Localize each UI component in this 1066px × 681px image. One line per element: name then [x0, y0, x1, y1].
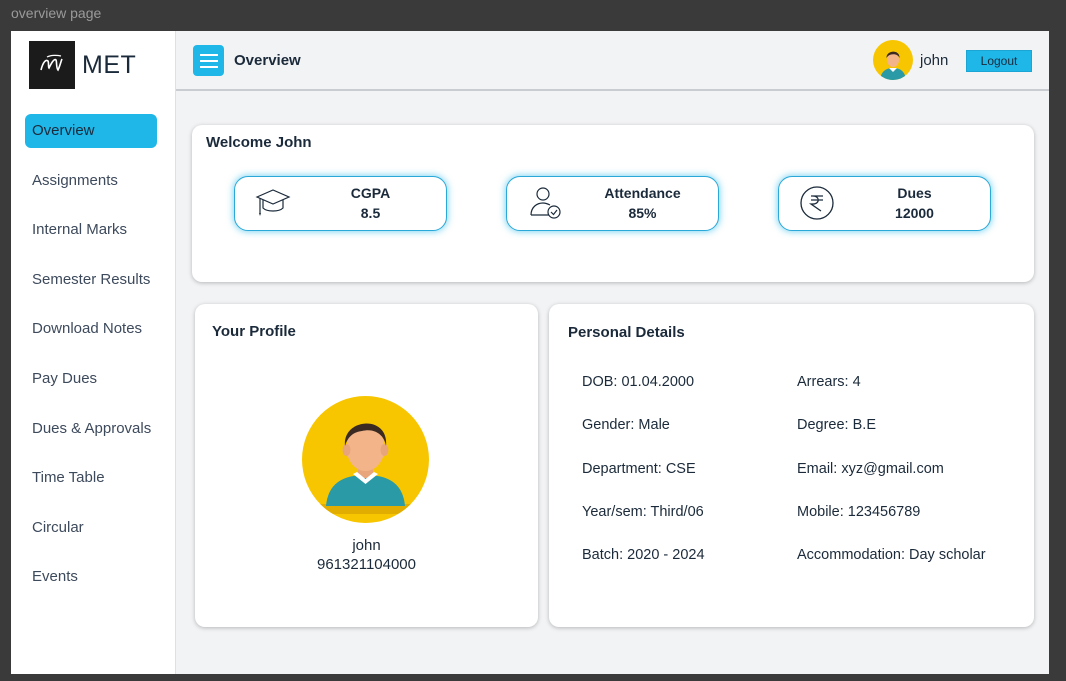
detail-email: Email: xyz@gmail.com	[797, 460, 944, 477]
profile-title: Your Profile	[212, 323, 296, 340]
detail-accommodation: Accommodation: Day scholar	[797, 547, 986, 564]
sidebar: MET Overview Assignments Internal Marks …	[11, 31, 176, 674]
stat-value: 85%	[628, 205, 657, 221]
detail-year-sem: Year/sem: Third/06	[582, 503, 704, 520]
avatar[interactable]	[873, 40, 913, 80]
sidebar-item-assignments[interactable]: Assignments	[25, 164, 157, 198]
detail-mobile: Mobile: 123456789	[797, 503, 921, 520]
detail-department: Department: CSE	[582, 460, 696, 477]
logout-button[interactable]: Logout	[966, 50, 1032, 72]
sidebar-item-download-notes[interactable]: Download Notes	[25, 312, 157, 346]
sidebar-item-pay-dues[interactable]: Pay Dues	[25, 362, 157, 396]
sidebar-item-internal-marks[interactable]: Internal Marks	[25, 213, 157, 247]
stat-cgpa[interactable]: CGPA 8.5	[234, 176, 447, 231]
sidebar-item-semester-results[interactable]: Semester Results	[25, 263, 157, 297]
stat-dues[interactable]: Dues 12000	[778, 176, 991, 231]
personal-details-title: Personal Details	[568, 324, 685, 341]
stat-label: CGPA	[350, 185, 391, 201]
brand-name: MET	[82, 50, 137, 79]
rupee-icon	[799, 185, 835, 221]
detail-gender: Gender: Male	[582, 417, 670, 434]
profile-avatar	[302, 396, 429, 523]
stat-value: 12000	[895, 205, 934, 221]
detail-arrears: Arrears: 4	[797, 374, 861, 390]
sidebar-item-events[interactable]: Events	[25, 560, 157, 594]
app-window: MET Overview Assignments Internal Marks …	[11, 31, 1049, 674]
stat-label: Attendance	[604, 185, 681, 201]
sidebar-item-overview[interactable]: Overview	[25, 114, 157, 148]
page-title: Overview	[234, 52, 301, 69]
user-check-icon	[527, 185, 563, 221]
detail-batch: Batch: 2020 - 2024	[582, 547, 705, 564]
sidebar-item-dues-approvals[interactable]: Dues & Approvals	[25, 412, 157, 446]
logo-mark-icon	[29, 41, 75, 89]
personal-details-card: Personal Details DOB: 01.04.2000 Gender:…	[549, 304, 1034, 627]
brand-logo[interactable]: MET	[29, 41, 136, 89]
stat-attendance[interactable]: Attendance 85%	[506, 176, 719, 231]
user-name[interactable]: john	[920, 52, 948, 69]
sidebar-item-circular[interactable]: Circular	[25, 511, 157, 545]
welcome-card: Welcome John CGPA 8.5 Attendance 85% Due…	[192, 125, 1034, 282]
hamburger-menu-icon[interactable]	[193, 45, 224, 76]
graduation-cap-icon	[255, 185, 291, 221]
welcome-title: Welcome John	[206, 134, 312, 151]
detail-dob: DOB: 01.04.2000	[582, 374, 695, 390]
details-right-column: Arrears: 4 Degree: B.E Email: xyz@gmail.…	[797, 374, 986, 590]
details-left-column: DOB: 01.04.2000 Gender: Male Department:…	[582, 374, 705, 590]
sidebar-item-time-table[interactable]: Time Table	[25, 461, 157, 495]
window-title: overview page	[11, 5, 102, 21]
sidebar-nav: Overview Assignments Internal Marks Seme…	[25, 114, 157, 610]
stat-label: Dues	[897, 185, 932, 201]
stat-value: 8.5	[360, 205, 381, 221]
profile-id: 961321104000	[317, 556, 416, 573]
profile-card: Your Profile john 961321104000	[195, 304, 538, 627]
profile-name: john	[352, 537, 381, 554]
detail-degree: Degree: B.E	[797, 417, 876, 434]
topbar: Overview john Logout	[176, 31, 1049, 91]
